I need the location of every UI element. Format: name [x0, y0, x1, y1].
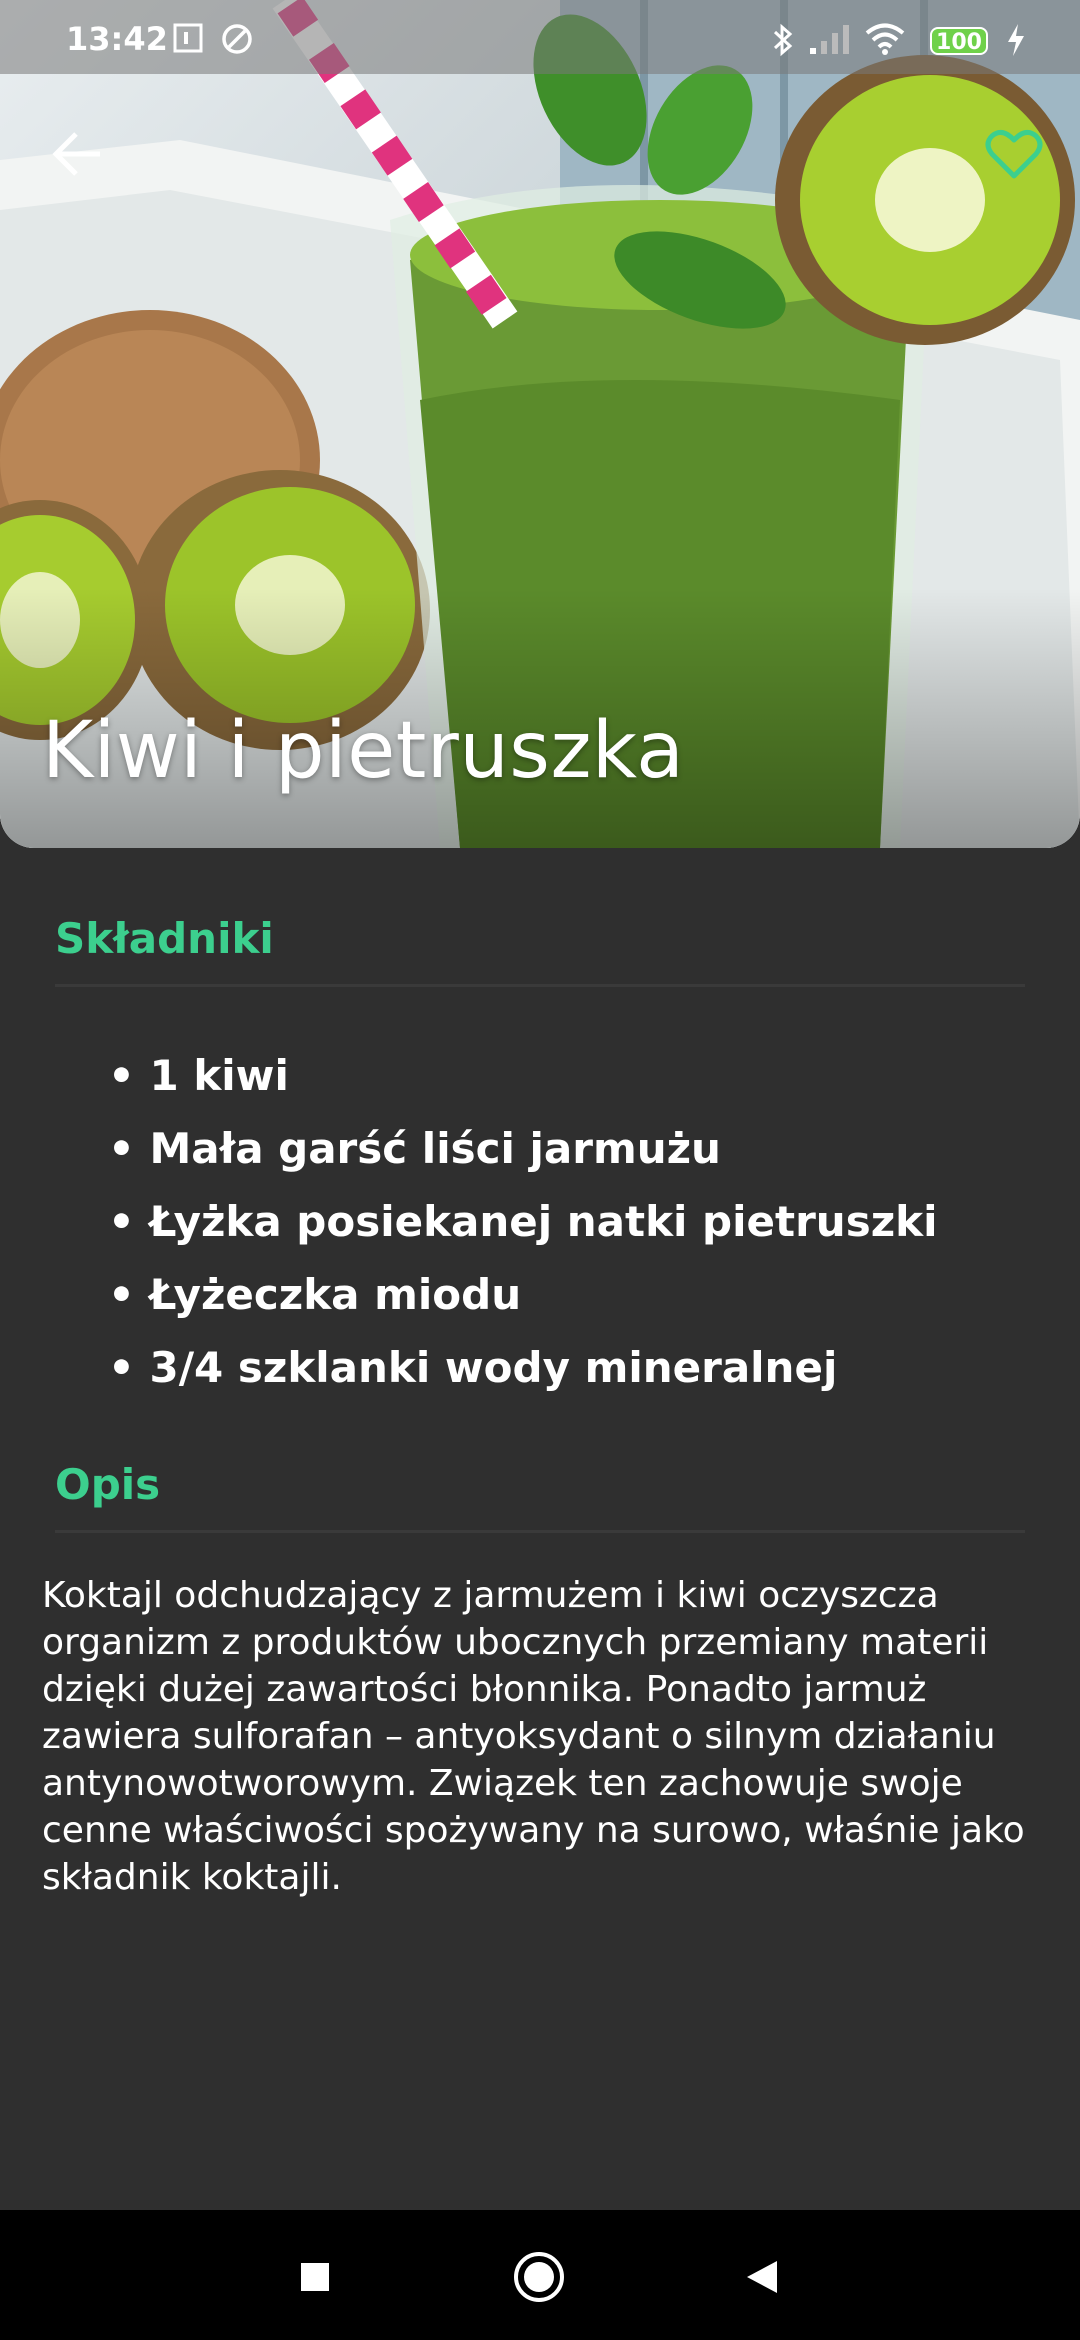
ingredients-divider [55, 984, 1025, 987]
hero-image: Kiwi i pietruszka [0, 0, 1080, 848]
recents-square-icon[interactable] [298, 2260, 332, 2294]
back-triangle-icon[interactable] [744, 2258, 780, 2296]
ingredient-item: 1 kiwi [108, 1046, 937, 1119]
bluetooth-icon [773, 23, 793, 57]
signal-icon [810, 25, 849, 54]
home-circle-icon[interactable] [512, 2250, 566, 2304]
back-button[interactable] [48, 124, 108, 184]
ingredient-item: Łyżka posiekanej natki pietruszki [108, 1192, 937, 1265]
sim-icon [173, 23, 203, 53]
ingredient-item: Mała garść liści jarmużu [108, 1119, 937, 1192]
ingredients-list: 1 kiwi Mała garść liści jarmużu Łyżka po… [108, 1046, 937, 1411]
description-divider [55, 1530, 1025, 1533]
ingredient-item: Łyżeczka miodu [108, 1265, 937, 1338]
ingredients-title: Składniki [55, 914, 274, 963]
heart-outline-icon [985, 129, 1043, 179]
description-title: Opis [55, 1460, 161, 1509]
ingredient-item: 3/4 szklanki wody mineralnej [108, 1338, 937, 1411]
vpn-icon [222, 24, 252, 54]
status-time: 13:42 [66, 20, 168, 58]
favorite-button[interactable] [984, 124, 1044, 184]
status-bar: 13:42 100 [0, 0, 1080, 74]
navigation-bar [0, 2210, 1080, 2340]
recipe-title: Kiwi i pietruszka [42, 706, 685, 796]
wifi-icon [865, 23, 905, 55]
charging-icon [1008, 24, 1024, 56]
battery-icon: 100 [930, 27, 988, 55]
description-text: Koktajl odchudzający z jarmużem i kiwi o… [42, 1575, 1025, 1898]
arrow-left-icon [52, 132, 100, 176]
